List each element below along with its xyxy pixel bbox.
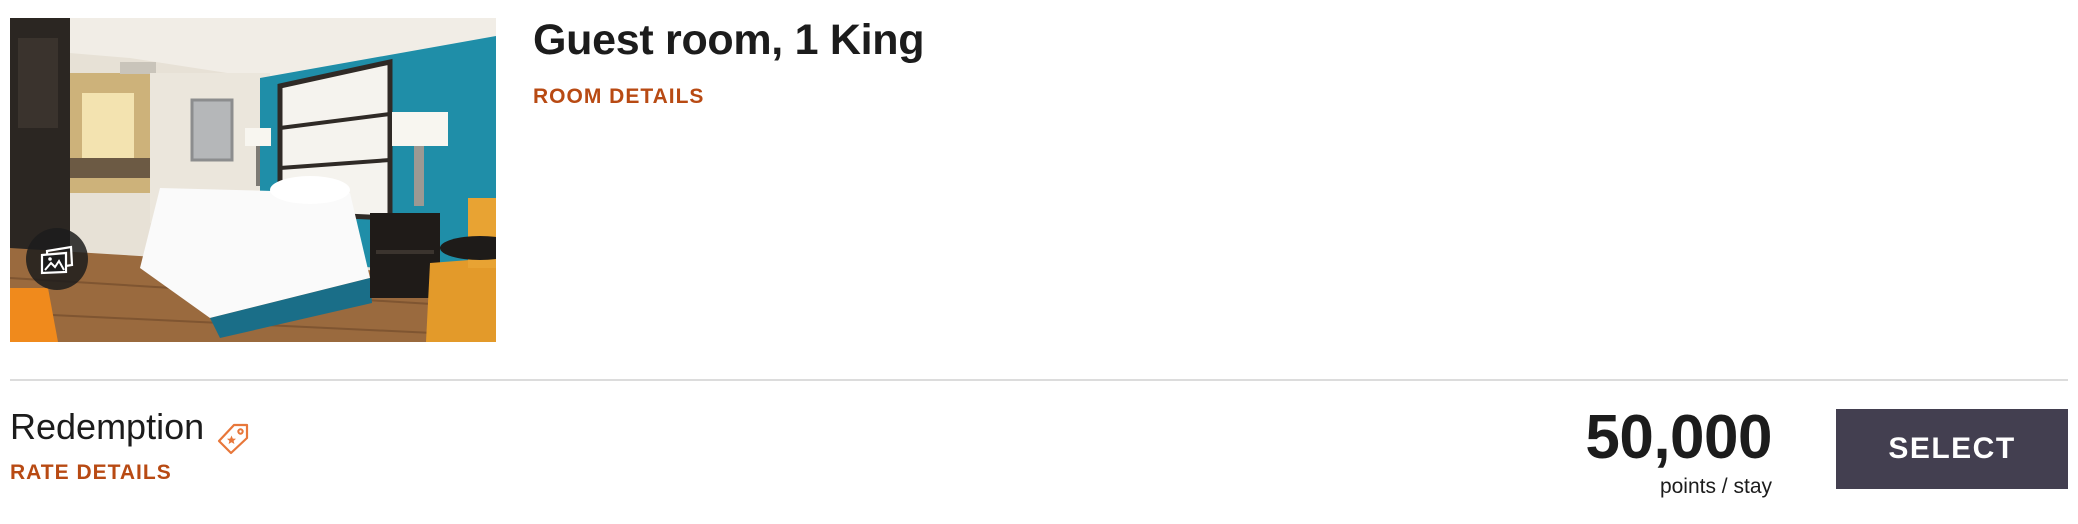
room-title: Guest room, 1 King bbox=[533, 16, 925, 64]
rate-details-link[interactable]: RATE DETAILS bbox=[10, 460, 172, 486]
tag-icon[interactable] bbox=[216, 422, 250, 456]
photo-gallery-icon bbox=[40, 245, 74, 275]
divider bbox=[10, 379, 2068, 381]
select-button[interactable]: SELECT bbox=[1836, 409, 2068, 489]
room-photo[interactable] bbox=[10, 18, 496, 342]
photo-gallery-button[interactable] bbox=[26, 228, 88, 290]
room-rate-card: Guest room, 1 King ROOM DETAILS Redempti… bbox=[0, 0, 2078, 524]
price-unit: points / stay bbox=[1659, 475, 1772, 498]
price-block: 50,000 points / stay bbox=[1585, 402, 1772, 500]
price-amount: 50,000 bbox=[1585, 403, 1772, 472]
rate-name: Redemption bbox=[10, 406, 205, 447]
room-photo-image bbox=[10, 18, 496, 342]
room-details-link[interactable]: ROOM DETAILS bbox=[533, 84, 704, 110]
